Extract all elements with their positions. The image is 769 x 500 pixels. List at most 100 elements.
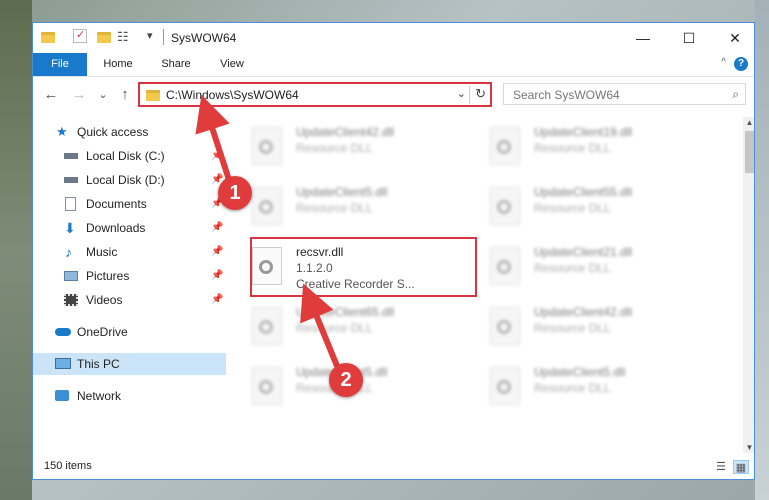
tab-view[interactable]: View: [205, 53, 259, 76]
sidebar-item-downloads[interactable]: ⬇ Downloads 📌: [33, 217, 226, 239]
drive-icon: [64, 177, 78, 183]
dll-file-icon: [490, 187, 520, 225]
ribbon-tabs: File Home Share View ^ ?: [33, 53, 754, 77]
computer-icon: [55, 358, 71, 369]
list-item[interactable]: UpdateClient21.dll Resource DLL: [482, 241, 707, 295]
list-item[interactable]: UpdateClient19.dll Resource DLL: [482, 121, 707, 175]
step-2-badge: 2: [329, 363, 363, 397]
dll-file-icon: [490, 127, 520, 165]
dll-file-icon: [490, 247, 520, 285]
sidebar-item-this-pc[interactable]: This PC: [33, 353, 226, 375]
help-icon[interactable]: ?: [734, 57, 748, 71]
minimize-button[interactable]: —: [620, 23, 666, 53]
pin-icon[interactable]: 📌: [211, 145, 223, 167]
sidebar-item-label: Music: [86, 245, 118, 259]
details-view-icon[interactable]: ☰: [713, 460, 729, 474]
tab-share[interactable]: Share: [149, 53, 203, 76]
file-explorer-window: ✓ ☷ ▾ SysWOW64 — ☐ ✕ File Home Share Vie…: [32, 22, 755, 480]
desktop-background-right: [755, 0, 769, 500]
file-name: UpdateClient42.dll: [296, 125, 395, 139]
video-icon: [64, 294, 78, 306]
ribbon-collapse-chevron-icon[interactable]: ^: [721, 57, 726, 68]
sidebar-item-quick-access[interactable]: ★ Quick access: [33, 121, 226, 143]
maximize-button[interactable]: ☐: [666, 23, 712, 53]
file-type: Resource DLL: [534, 321, 611, 335]
title-separator: [163, 29, 164, 45]
new-folder-icon[interactable]: [97, 32, 111, 43]
desktop-background-left: [0, 0, 32, 500]
file-type: Resource DLL: [296, 201, 373, 215]
document-icon: [65, 197, 76, 211]
sidebar-item-label: This PC: [77, 357, 120, 371]
refresh-icon[interactable]: ↻: [475, 86, 486, 102]
scroll-thumb[interactable]: [745, 131, 754, 173]
search-icon[interactable]: ⌕: [732, 87, 739, 102]
file-type: Resource DLL: [534, 141, 611, 155]
pin-icon[interactable]: 📌: [211, 265, 223, 287]
sidebar-item-onedrive[interactable]: OneDrive: [33, 321, 226, 343]
sidebar-item-videos[interactable]: Videos 📌: [33, 289, 226, 311]
title-bar: ✓ ☷ ▾ SysWOW64 — ☐ ✕: [33, 23, 754, 53]
sidebar-item-label: Local Disk (C:): [86, 149, 165, 163]
address-bar[interactable]: C:\Windows\SysWOW64 ⌄ ↻: [138, 82, 492, 107]
recent-locations-button[interactable]: ⌄: [93, 85, 113, 105]
sidebar-item-label: Videos: [86, 293, 123, 307]
large-icons-view-icon[interactable]: ▦: [733, 460, 749, 474]
address-path[interactable]: C:\Windows\SysWOW64: [166, 88, 299, 102]
sidebar-item-label: Pictures: [86, 269, 130, 283]
quick-access-dropdown[interactable]: ▾: [147, 29, 153, 45]
download-icon: ⬇: [64, 220, 76, 236]
cloud-icon: [55, 328, 71, 336]
customize-toolbar-icon[interactable]: ☷: [117, 29, 129, 45]
sidebar-item-local-disk-c[interactable]: Local Disk (C:) 📌: [33, 145, 226, 167]
list-item[interactable]: UpdateClient5.dll Resource DLL: [482, 361, 707, 415]
file-type: Resource DLL: [534, 381, 611, 395]
scroll-down-icon[interactable]: ▼: [743, 443, 754, 452]
pin-icon[interactable]: 📌: [211, 241, 223, 263]
sidebar-item-pictures[interactable]: Pictures 📌: [33, 265, 226, 287]
recsvr-highlight-box: [250, 237, 477, 297]
address-dropdown-icon[interactable]: ⌄: [457, 87, 466, 100]
search-input[interactable]: Search SysWOW64 ⌕: [503, 83, 746, 105]
file-name: UpdateClient42.dll: [534, 305, 633, 319]
sidebar-item-label: Local Disk (D:): [86, 173, 165, 187]
dll-file-icon: [252, 187, 282, 225]
back-button[interactable]: ←: [41, 85, 61, 105]
forward-button[interactable]: →: [69, 85, 89, 105]
scroll-up-icon[interactable]: ▲: [743, 118, 754, 127]
tab-home[interactable]: Home: [91, 53, 145, 76]
file-type: Resource DLL: [534, 201, 611, 215]
list-item[interactable]: UpdateClient5.dll Resource DLL: [244, 181, 469, 235]
list-item[interactable]: UpdateClient65.dll Resource DLL: [244, 301, 469, 355]
sidebar-item-documents[interactable]: Documents 📌: [33, 193, 226, 215]
sidebar-item-label: OneDrive: [77, 325, 128, 339]
pin-icon[interactable]: 📌: [211, 217, 223, 239]
file-name: UpdateClient19.dll: [534, 125, 633, 139]
up-button[interactable]: ↑: [115, 85, 135, 105]
file-type: Resource DLL: [296, 141, 373, 155]
vertical-scrollbar[interactable]: ▲ ▼: [743, 117, 754, 453]
picture-icon: [64, 271, 78, 281]
folder-icon: [41, 32, 55, 43]
properties-icon[interactable]: ✓: [73, 29, 87, 43]
pin-icon[interactable]: 📌: [211, 289, 223, 311]
list-item[interactable]: UpdateClient55.dll Resource DLL: [482, 181, 707, 235]
sidebar-item-network[interactable]: Network: [33, 385, 226, 407]
file-name: UpdateClient5.dll: [296, 185, 388, 199]
dll-file-icon: [490, 367, 520, 405]
folder-icon: [146, 90, 160, 101]
list-item[interactable]: UpdateClient42.dll Resource DLL: [482, 301, 707, 355]
list-item[interactable]: UpdateClient42.dll Resource DLL: [244, 121, 469, 175]
star-icon: ★: [56, 124, 68, 139]
tab-file[interactable]: File: [33, 53, 87, 76]
network-icon: [55, 390, 69, 401]
close-button[interactable]: ✕: [712, 23, 754, 53]
navigation-pane: ★ Quick access Local Disk (C:) 📌 Local D…: [33, 117, 226, 457]
sidebar-item-music[interactable]: ♪ Music 📌: [33, 241, 226, 263]
window-title: SysWOW64: [171, 31, 237, 45]
file-type: Resource DLL: [534, 261, 611, 275]
sidebar-item-label: Quick access: [77, 125, 149, 139]
step-1-badge: 1: [218, 176, 252, 210]
file-name: UpdateClient5.dll: [534, 365, 626, 379]
sidebar-item-local-disk-d[interactable]: Local Disk (D:) 📌: [33, 169, 226, 191]
